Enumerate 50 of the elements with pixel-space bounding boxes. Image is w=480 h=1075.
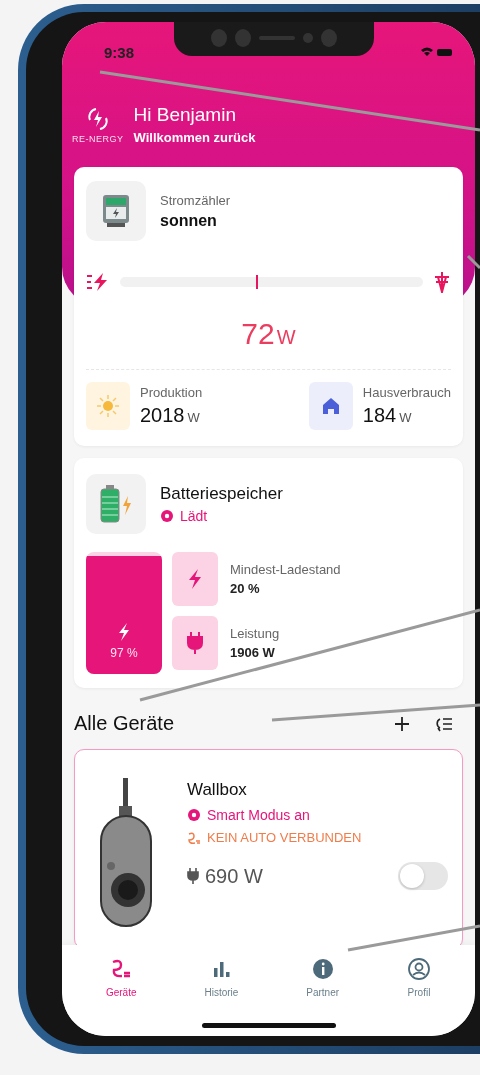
battery-card[interactable]: Batteriespeicher Lädt 97 % Mindest-Ladestand 20 % Leistung 1906 W <box>74 458 463 688</box>
bolt-icon <box>117 622 131 642</box>
charger-plug-icon <box>187 830 201 845</box>
detail-label: Leistung <box>230 626 280 641</box>
sort-list-icon[interactable] <box>433 715 453 732</box>
meter-icon <box>86 181 146 241</box>
nav-tab[interactable]: Profil <box>399 955 439 1000</box>
device-name: Wallbox <box>187 780 248 800</box>
plug-icon <box>187 867 199 885</box>
logo-text: RE-NERGY <box>72 133 124 144</box>
wifi-battery-icon <box>419 46 453 58</box>
battery-title: Batteriespeicher <box>160 484 283 504</box>
section-title: Alle Geräte <box>74 712 176 735</box>
battery-status: Lädt <box>180 508 208 524</box>
device-mode: Smart Modus an <box>207 807 310 823</box>
device-power: 690 W <box>205 864 263 888</box>
meter-label: Stromzähler <box>160 192 231 208</box>
add-icon[interactable] <box>393 714 411 733</box>
status-dot-icon <box>160 509 174 523</box>
bolt-icon <box>172 552 218 606</box>
greeting-subtitle: Willkommen zurück <box>133 130 256 145</box>
stat-value: 184 W <box>362 404 413 427</box>
leader-line <box>466 254 480 270</box>
device-card[interactable]: Wallbox Smart Modus an KEIN AUTO VERBUNDEN 690 W <box>74 749 463 945</box>
profile-icon <box>407 957 431 981</box>
plug-icon <box>172 616 218 670</box>
power-pylon-icon <box>433 271 451 293</box>
greeting-title: Hi Benjamin <box>133 104 237 126</box>
nav-tab[interactable]: Historie <box>196 955 247 1000</box>
stat-label: Hausverbrauch <box>362 385 451 400</box>
sun-icon <box>86 382 130 430</box>
status-dot-icon <box>187 808 201 822</box>
stat-label: Produktion <box>140 385 203 400</box>
nav-tab[interactable]: Geräte <box>97 955 145 1000</box>
detail-value: 1906 W <box>230 645 276 660</box>
car-status: KEIN AUTO VERBUNDEN <box>207 830 362 845</box>
meter-name: sonnen <box>160 211 218 230</box>
battery-charging-icon <box>86 474 146 534</box>
grid-power-value: 72W <box>240 317 297 351</box>
house-icon <box>308 382 353 430</box>
detail-value: 20 % <box>230 581 261 596</box>
status-time: 9:38 <box>104 43 135 61</box>
stat-value: 2018 W <box>140 404 201 427</box>
nav-tab[interactable]: Partner <box>298 955 348 1000</box>
info-icon <box>310 957 335 981</box>
solar-flow-icon <box>86 272 110 292</box>
meter-card[interactable]: Stromzähler sonnen 72W Produktion 2018 W Hausverbrauch 184 W <box>74 167 463 446</box>
device-toggle[interactable] <box>398 862 448 890</box>
charge-percent: 97 % <box>110 646 138 660</box>
detail-label: Mindest-Ladestand <box>230 562 341 577</box>
